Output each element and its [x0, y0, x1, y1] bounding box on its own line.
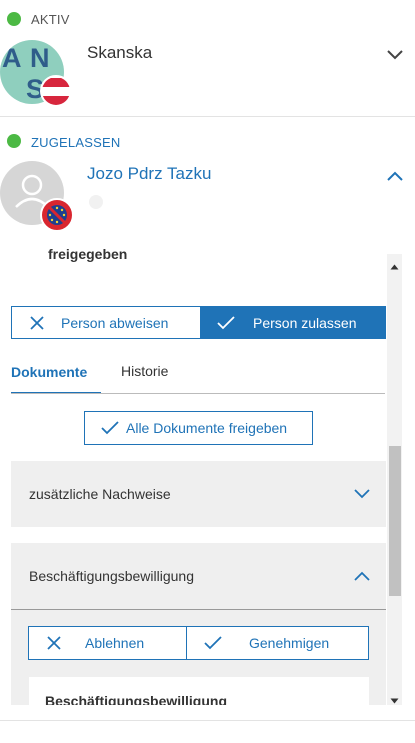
approve-person-button[interactable]: Person zulassen: [200, 306, 386, 339]
chevron-down-icon: [354, 489, 370, 499]
section-title: Beschäftigungsbewilligung: [29, 568, 194, 584]
close-icon: [30, 315, 44, 330]
tab-historie[interactable]: Historie: [121, 363, 168, 379]
tab-dokumente[interactable]: Dokumente: [11, 364, 87, 380]
document-title: Beschäftigungsbewilligung: [45, 693, 228, 705]
tabs-divider: [11, 393, 385, 394]
bottom-divider: [0, 720, 415, 721]
reject-document-button[interactable]: Ablehnen: [28, 626, 187, 660]
approve-document-label: Genehmigen: [249, 635, 330, 651]
eu-flag-crossed-icon: [40, 198, 74, 232]
close-icon: [47, 636, 61, 650]
chevron-down-icon[interactable]: [385, 48, 405, 62]
status-dot-active: [7, 12, 21, 26]
faint-dot-icon: [89, 195, 103, 209]
scroll-up-arrow-icon[interactable]: [390, 257, 399, 270]
detail-scroll-area[interactable]: freigegeben Person abweisen Person zulas…: [0, 240, 402, 705]
entry-divider: [0, 116, 415, 117]
chevron-up-icon: [354, 571, 370, 581]
status-label-active: AKTIV: [31, 12, 70, 27]
release-all-label: Alle Dokumente freigeben: [126, 420, 288, 436]
section-title: zusätzliche Nachweise: [29, 486, 171, 502]
check-icon: [204, 636, 222, 650]
avatar-letter-n: N: [30, 43, 50, 73]
status-label-approved: ZUGELASSEN: [31, 135, 121, 150]
scroll-down-arrow-icon[interactable]: [390, 691, 399, 704]
document-card[interactable]: Beschäftigungsbewilligung: [29, 677, 369, 705]
person-name[interactable]: Jozo Pdrz Tazku: [87, 164, 211, 184]
reject-document-label: Ablehnen: [85, 635, 145, 651]
austria-flag-icon: [40, 75, 72, 107]
section-additional-proofs[interactable]: zusätzliche Nachweise: [11, 461, 386, 527]
release-all-button[interactable]: Alle Dokumente freigeben: [84, 411, 313, 445]
company-name[interactable]: Skanska: [87, 43, 152, 63]
approve-document-button[interactable]: Genehmigen: [186, 626, 369, 660]
avatar-letter-a: A: [2, 43, 22, 73]
chevron-up-icon[interactable]: [385, 169, 405, 183]
reject-person-label: Person abweisen: [61, 314, 169, 331]
check-icon: [217, 315, 235, 329]
released-label: freigegeben: [48, 246, 128, 262]
check-icon: [101, 421, 119, 435]
reject-person-button[interactable]: Person abweisen: [11, 306, 201, 339]
scrollbar-thumb[interactable]: [389, 446, 401, 596]
status-dot-approved: [7, 134, 21, 148]
approve-person-label: Person zulassen: [253, 314, 357, 331]
section-work-permit[interactable]: Beschäftigungsbewilligung: [11, 543, 386, 609]
